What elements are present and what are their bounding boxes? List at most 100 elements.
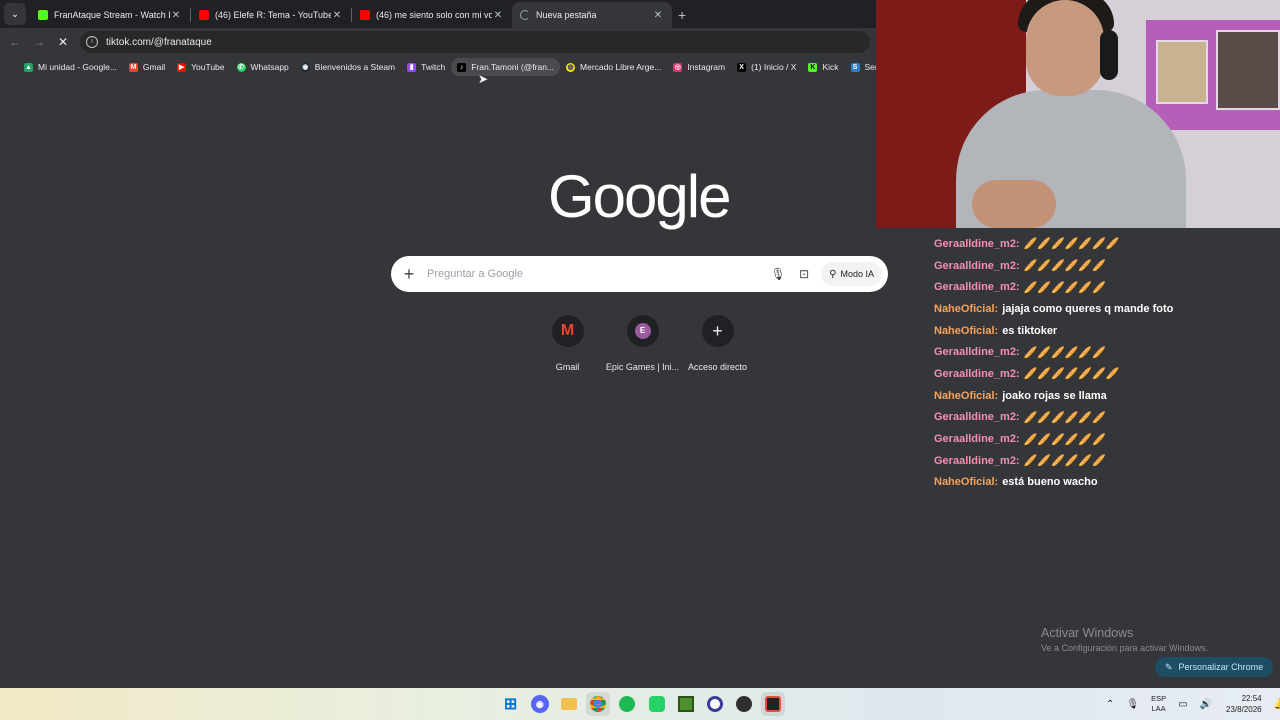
tab-search-button[interactable]: ⌄ — [4, 3, 26, 25]
chat-username: Geraalldine_m2: — [934, 367, 1020, 380]
bookmark-servidores[interactable]: SServidores — [845, 58, 880, 76]
tab-nueva-pestana[interactable]: Nueva pestaña ✕ — [512, 2, 672, 28]
clock[interactable]: 22:54 23/8/2026 — [1226, 693, 1262, 715]
tab-franataque[interactable]: FranAtaque Stream - Watch Live ✕ — [30, 2, 190, 28]
shortcut-label: Gmail — [555, 362, 580, 372]
close-icon[interactable]: ✕ — [652, 10, 664, 21]
close-icon[interactable]: ✕ — [170, 10, 182, 21]
shortcut-add[interactable]: + Acceso directo — [681, 315, 755, 372]
kick-icon — [38, 10, 48, 20]
chat-message: Geraalldine_m2: 🥖🥖🥖🥖🥖🥖 — [934, 407, 1274, 429]
chat-text: es tiktoker — [1002, 324, 1058, 337]
twitch-icon: ▮ — [407, 62, 417, 72]
chat-text: jajaja como queres q mande foto — [1002, 302, 1174, 315]
chat-message: Geraalldine_m2: 🥖🥖🥖🥖🥖🥖 — [934, 428, 1274, 450]
webcam-person-head — [1026, 0, 1104, 96]
microphone-icon[interactable]: 🎙 — [765, 267, 791, 281]
close-icon[interactable]: ✕ — [492, 10, 504, 21]
taskbar-apps: ⊞ ◉ — [496, 692, 788, 716]
obs-icon[interactable] — [732, 692, 756, 716]
bookmark-label: Kick — [822, 62, 839, 72]
shortcut-gmail[interactable]: M Gmail — [531, 315, 605, 372]
file-explorer-icon[interactable] — [557, 692, 581, 716]
minecraft-icon[interactable] — [674, 692, 698, 716]
bookmark-x[interactable]: X (1) Inicio / X — [731, 58, 802, 76]
clock-time: 22:54 — [1241, 694, 1262, 703]
chat-message: Geraalldine_m2: 🥖🥖🥖🥖🥖🥖 — [934, 276, 1274, 298]
shortcut-epic-games[interactable]: E Epic Games | Ini... — [606, 315, 680, 372]
bookmark-gmail[interactable]: M Gmail — [123, 58, 171, 76]
chevron-up-icon[interactable]: ⌃ — [1106, 699, 1114, 710]
kick-icon: K — [808, 62, 818, 72]
steam-icon: ◉ — [300, 62, 310, 72]
bookmark-drive[interactable]: ▲ Mi unidad - Google... — [18, 58, 123, 76]
whatsapp-icon[interactable] — [645, 692, 669, 716]
tab-elefe[interactable]: (46) Elefe R: Tema - YouTube ✕ — [191, 2, 351, 28]
microphone-icon[interactable]: 🎙 — [1126, 699, 1139, 710]
bookmark-label: Mi unidad - Google... — [38, 62, 117, 72]
chat-text: 🥖🥖🥖🥖🥖🥖 — [1023, 346, 1106, 359]
capcut-icon[interactable] — [761, 692, 786, 716]
network-icon[interactable]: ▭ — [1178, 699, 1187, 710]
chat-message: NaheOficial: jajaja como queres q mande f… — [934, 298, 1274, 320]
youtube-icon — [199, 10, 209, 20]
windows-start-icon[interactable]: ⊞ — [499, 692, 523, 716]
discord-icon[interactable]: ◉ — [530, 695, 549, 713]
chat-username: Geraalldine_m2: — [934, 237, 1020, 250]
loading-spinner-icon — [520, 10, 530, 20]
notification-icon[interactable]: 🔔 — [1274, 699, 1280, 710]
site-info-icon[interactable]: i — [86, 36, 98, 48]
forward-arrow-icon[interactable]: → — [27, 35, 51, 49]
add-shortcut-icon: + — [701, 315, 734, 347]
close-icon[interactable]: ✕ — [331, 10, 343, 21]
system-tray: ⌃ 🎙 ESP LAA ▭ 🔊 22:54 23/8/2026 🔔 — [1100, 688, 1280, 720]
bookmark-youtube[interactable]: ▶ YouTube — [171, 58, 230, 76]
omnibox[interactable]: i tiktok.com/@franataque — [80, 31, 870, 53]
spotify-icon[interactable] — [615, 692, 639, 716]
bookmark-steam[interactable]: ◉ Bienvenidos a Steam — [295, 58, 401, 76]
new-tab-button[interactable]: + — [678, 7, 686, 23]
chat-username: NaheOficial: — [934, 302, 999, 315]
shortcut-label: Epic Games | Ini... — [605, 362, 680, 372]
bookmark-instagram[interactable]: ◎ Instagram — [667, 58, 731, 76]
chat-username: Geraalldine_m2: — [934, 433, 1020, 446]
chat-text: 🥖🥖🥖🥖🥖🥖 — [1023, 433, 1106, 446]
bookmark-whatsapp[interactable]: ✆ Whatsapp — [231, 58, 295, 76]
bookmarks-bar: ▲ Mi unidad - Google... M Gmail ▶ YouTube ✆… — [0, 56, 880, 78]
instagram-icon: ◎ — [673, 62, 683, 72]
customize-chrome-label: Personalizar Chrome — [1178, 662, 1264, 672]
bookmark-tiktok[interactable]: ♪ Fran.Tamoni (@fran... — [451, 58, 561, 76]
servers-icon: S — [850, 62, 860, 72]
chat-message: Geraalldine_m2: 🥖🥖🥖🥖🥖🥖🥖 — [934, 233, 1274, 255]
google-lens-icon[interactable]: ⊡ — [791, 267, 817, 281]
epic-games-icon: E — [626, 315, 659, 347]
webcam-poster — [1156, 40, 1208, 104]
bookmark-kick[interactable]: K Kick — [802, 58, 844, 76]
plus-icon[interactable]: + — [391, 264, 427, 285]
volume-icon[interactable]: 🔊 — [1200, 699, 1212, 710]
apps-grid-icon[interactable] — [8, 62, 10, 72]
whatsapp-icon: ✆ — [236, 62, 246, 72]
app-circle-icon[interactable] — [703, 692, 727, 716]
tab-me-siento-solo[interactable]: (46) me siento solo con mi voz ✕ — [352, 2, 512, 28]
chrome-icon[interactable] — [586, 692, 611, 716]
customize-chrome-button[interactable]: ✎ Personalizar Chrome — [1155, 657, 1274, 677]
search-input[interactable]: Preguntar a Google — [427, 268, 765, 280]
keyboard-layout: LAA — [1151, 704, 1166, 713]
chat-username: NaheOficial: — [934, 389, 999, 402]
chat-message: NaheOficial: está bueno wacho — [934, 472, 1274, 494]
ai-search-icon: ⚲ — [829, 268, 837, 280]
ai-mode-label: Modo IA — [840, 269, 874, 279]
chat-message: Geraalldine_m2: 🥖🥖🥖🥖🥖🥖 — [934, 450, 1274, 472]
search-box[interactable]: + Preguntar a Google 🎙 ⊡ ⚲ Modo IA — [391, 256, 888, 292]
stop-loading-icon[interactable]: ✕ — [51, 35, 75, 49]
back-arrow-icon[interactable]: ← — [3, 35, 27, 49]
chat-username: Geraalldine_m2: — [934, 281, 1020, 294]
omnibox-url[interactable]: tiktok.com/@franataque — [106, 37, 212, 48]
chat-text: 🥖🥖🥖🥖🥖🥖🥖 — [1023, 238, 1120, 251]
ai-mode-button[interactable]: ⚲ Modo IA — [821, 262, 882, 286]
bookmark-mercadolibre[interactable]: ◍ Mercado Libre Arge... — [560, 58, 667, 76]
language-indicator[interactable]: ESP LAA — [1151, 694, 1166, 714]
bookmark-twitch[interactable]: ▮ Twitch — [401, 58, 451, 76]
chat-text: 🥖🥖🥖🥖🥖🥖 — [1023, 260, 1106, 273]
